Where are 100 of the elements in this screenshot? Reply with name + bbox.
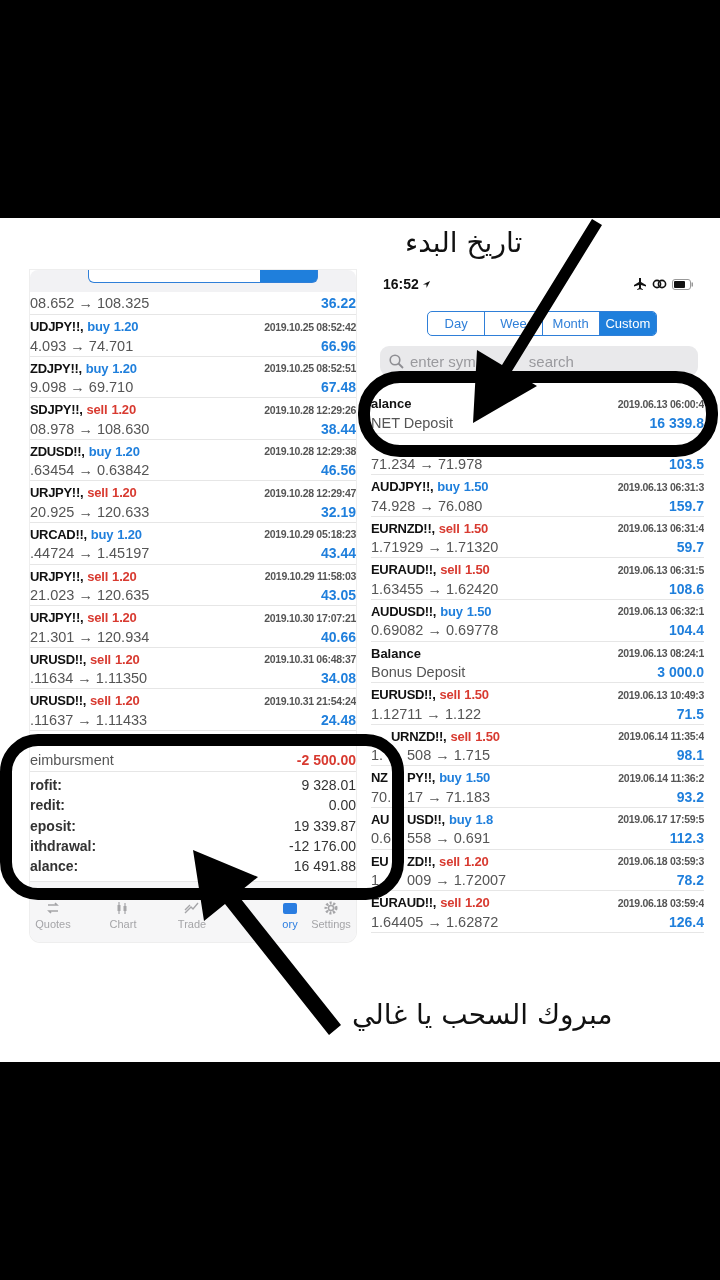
trade-volume: 1.50 — [465, 562, 490, 578]
arrows-icon — [45, 901, 61, 915]
time-text: 2019.06.17 17:59:5 — [617, 813, 704, 826]
tab[interactable]: ory — [282, 901, 298, 930]
trade-side: sell — [438, 520, 460, 536]
time-text: 2019.10.31 06:48:37 — [264, 653, 356, 666]
profit-text: 43.44 — [320, 545, 356, 562]
price-text: 20.925 → 120.633 — [30, 503, 150, 520]
time-text: 2019.06.13 06:00:4 — [617, 397, 704, 410]
symbol-text: URUSD!!, — [30, 693, 87, 709]
segment-tab[interactable]: Month — [552, 315, 589, 332]
tab[interactable]: Trade — [177, 901, 207, 930]
symbol-text: EU — [371, 853, 390, 869]
tab[interactable]: Quotes — [35, 901, 71, 930]
profit-text: 93.2 — [676, 788, 704, 805]
summary-label: ithdrawal: — [30, 837, 97, 854]
time-text: 2019.10.30 17:07:21 — [264, 611, 356, 624]
segment-tab[interactable]: Wee — [500, 315, 527, 332]
symbol-text: ZDUSD!!, — [30, 443, 85, 459]
price-text: 71.234 → 71.978 — [371, 456, 483, 473]
profit-text: 59.7 — [676, 539, 704, 556]
trade-volume: 1.50 — [464, 687, 489, 703]
time-text: 2019.10.28 12:29:26 — [264, 403, 356, 416]
trade-volume: 1.20 — [111, 402, 136, 418]
trade-side: sell — [87, 485, 109, 501]
summary-value: -12 176.00 — [289, 837, 356, 854]
price-text: .44724 → 1.45197 — [30, 545, 150, 562]
symbol-text: ZDJPY!!, — [30, 360, 82, 376]
price-text: 0.6 — [371, 830, 393, 847]
search-icon — [389, 353, 404, 369]
time-text: 2019.06.13 06:32:1 — [617, 605, 704, 618]
time-text: 2019.06.13 06:31:5 — [617, 563, 704, 576]
time-text: 2019.06.13 06:31:4 — [617, 522, 704, 535]
trade-volume: 1.20 — [115, 651, 140, 667]
trade-volume: 1.20 — [112, 568, 137, 584]
trade-side: buy — [448, 811, 472, 827]
trade-side: sell — [450, 728, 472, 744]
price-text: 17 → 71.183 — [407, 788, 491, 805]
row-title: Balance — [371, 645, 421, 661]
summary-value: 19 339.87 — [293, 817, 356, 834]
trade-volume: 1.20 — [115, 693, 140, 709]
trade-side: sell — [86, 402, 108, 418]
comment-text: NET Deposit — [371, 414, 453, 431]
price-text: 1.63455 → 1.62420 — [371, 580, 499, 597]
profit-text: 66.96 — [320, 337, 356, 354]
segment-tab[interactable]: Day — [444, 315, 468, 332]
amount-text: 3 000.0 — [657, 664, 704, 681]
price-text: 0.69082 → 0.69778 — [371, 622, 499, 639]
summary-value: 0.00 — [328, 797, 356, 814]
symbol-text: EURNZD!!, — [371, 520, 435, 536]
profit-text: 159.7 — [668, 497, 704, 514]
price-text: .11637 → 1.11433 — [30, 711, 148, 728]
symbol-text: URJPY!!, — [30, 610, 84, 626]
profit-text: 98.1 — [676, 747, 704, 764]
trade-side: buy — [88, 443, 112, 459]
time-text: 2019.10.31 21:54:24 — [264, 694, 356, 707]
trade-side: sell — [439, 687, 461, 703]
symbol-text: ZD!!, — [407, 853, 436, 869]
row-title: alance — [371, 396, 412, 411]
price-text: 08.978 → 108.630 — [30, 420, 150, 437]
symbol-text: EURAUD!!, — [371, 895, 437, 911]
time-text: 2019.10.29 11:58:03 — [264, 570, 356, 583]
time-text: 2019.06.13 10:49:3 — [617, 688, 704, 701]
profit-text: 43.05 — [320, 587, 356, 604]
price-text: 08.652 → 108.325 — [30, 295, 150, 311]
profit-text: 24.48 — [320, 711, 356, 728]
segment-tab[interactable]: Custom — [599, 312, 656, 335]
trade-side: sell — [439, 853, 460, 869]
time-text: 2019.10.25 08:52:51 — [264, 362, 356, 375]
trade-side: sell — [90, 651, 111, 667]
annotation-text: تاريخ البدء — [405, 226, 523, 259]
tab[interactable]: Settings — [311, 901, 351, 930]
profit-text: 126.4 — [668, 913, 704, 930]
trade-volume: 1.20 — [464, 853, 489, 869]
comment-text: Bonus Deposit — [371, 664, 466, 681]
symbol-text: PY!!, — [407, 770, 436, 786]
trade-side: buy — [85, 360, 109, 376]
symbol-text: URJPY!!, — [30, 568, 84, 584]
annotation-text: مبروك السحب يا غالي — [352, 998, 613, 1031]
trade-volume: 1.50 — [465, 770, 491, 786]
price-text: 21.023 → 120.635 — [30, 587, 150, 604]
trade-volume: 1.50 — [463, 520, 489, 536]
price-text: 508 → 1.715 — [407, 747, 491, 764]
trade-volume: 1.8 — [475, 811, 493, 827]
symbol-text: URCAD!!, — [30, 526, 87, 542]
battery-icon — [672, 278, 694, 290]
summary-value: 16 491.88 — [293, 858, 356, 875]
profit-text: 38.44 — [320, 420, 356, 437]
symbol-text: UDJPY!!, — [30, 319, 84, 334]
profit-text: 46.56 — [320, 462, 356, 479]
trade-volume: 1.20 — [465, 895, 490, 911]
profit-text: 104.4 — [668, 622, 704, 639]
segmented-control-edge[interactable] — [88, 270, 318, 283]
symbol-text: EURAUD!!, — [371, 562, 437, 578]
profit-text: 67.48 — [320, 379, 356, 396]
tab[interactable]: Chart — [109, 901, 137, 930]
time-text: 2019.06.18 03:59:4 — [617, 896, 704, 909]
trend-icon — [184, 901, 200, 915]
time-text: 2019.10.28 12:29:38 — [264, 445, 356, 458]
price-text: 558 → 0.691 — [407, 830, 491, 847]
